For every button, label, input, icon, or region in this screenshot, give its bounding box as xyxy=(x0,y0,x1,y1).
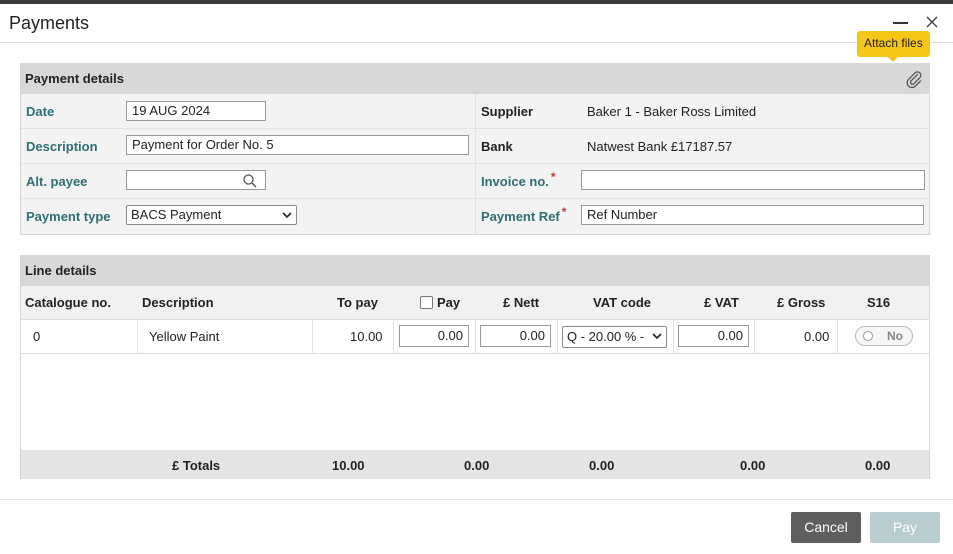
description-input[interactable]: Payment for Order No. 5 xyxy=(126,135,469,155)
bank-label: Bank xyxy=(481,139,513,154)
invoice-label: Invoice no. * xyxy=(481,170,556,189)
vat-code-value: Q - 20.00 % - xyxy=(567,329,645,344)
bank-row: Bank Natwest Bank £17187.57 xyxy=(475,129,929,164)
col-s16: S16 xyxy=(867,295,891,310)
cell-divider xyxy=(557,320,558,354)
cancel-button[interactable]: Cancel xyxy=(791,512,861,543)
supplier-label: Supplier xyxy=(481,104,534,119)
invoice-row: Invoice no. * xyxy=(475,164,929,199)
description-label: Description xyxy=(26,139,98,154)
dialog-titlebar: Payments xyxy=(0,4,953,43)
line-details-title: Line details xyxy=(25,263,97,278)
cell-divider xyxy=(393,320,394,354)
bank-value: Natwest Bank £17187.57 xyxy=(587,139,733,154)
alt-payee-label: Alt. payee xyxy=(26,174,88,189)
total-gross: 0.00 xyxy=(865,458,891,473)
footer-divider xyxy=(0,499,953,500)
date-row: Date 19 AUG 2024 xyxy=(21,94,475,129)
payment-type-row: Payment type BACS Payment xyxy=(21,199,475,234)
close-icon xyxy=(926,16,938,28)
payment-details-header: Payment details xyxy=(21,64,929,94)
vat-code-select[interactable]: Q - 20.00 % - xyxy=(562,326,667,348)
attach-files-button[interactable] xyxy=(904,69,924,89)
date-label: Date xyxy=(26,104,55,119)
payment-type-select[interactable]: BACS Payment xyxy=(126,205,297,225)
chevron-down-icon xyxy=(282,212,292,219)
line-details-header: Line details xyxy=(21,256,929,286)
required-marker: * xyxy=(561,205,567,219)
total-nett: 0.00 xyxy=(589,458,615,473)
chevron-down-icon xyxy=(652,333,662,340)
minimize-button[interactable] xyxy=(893,16,909,28)
pay-all-checkbox[interactable] xyxy=(420,296,433,309)
col-pay: Pay xyxy=(437,295,461,310)
date-input[interactable]: 19 AUG 2024 xyxy=(126,101,266,121)
to-pay-cell: 10.00 xyxy=(350,329,383,344)
supplier-value: Baker 1 - Baker Ross Limited xyxy=(587,104,757,119)
total-to-pay: 10.00 xyxy=(332,458,365,473)
col-to-pay: To pay xyxy=(337,295,378,310)
cell-divider xyxy=(837,320,838,354)
payment-type-label: Payment type xyxy=(26,209,111,224)
pay-button[interactable]: Pay xyxy=(870,512,940,543)
line-details-section: Line details Catalogue no. Description T… xyxy=(20,255,930,479)
total-pay: 0.00 xyxy=(464,458,490,473)
paperclip-icon xyxy=(906,71,922,89)
payment-ref-input[interactable]: Ref Number xyxy=(581,205,924,225)
cell-divider xyxy=(673,320,674,354)
line-details-table-header: Catalogue no. Description To pay Pay £ N… xyxy=(21,286,929,320)
cell-divider xyxy=(475,320,476,354)
payment-ref-row: Payment Ref * Ref Number xyxy=(475,199,929,234)
col-gross: £ Gross xyxy=(777,295,826,310)
toggle-knob xyxy=(863,331,873,341)
col-nett: £ Nett xyxy=(503,295,540,310)
totals-row: £ Totals 10.00 0.00 0.00 0.00 0.00 xyxy=(21,450,929,479)
alt-payee-input[interactable] xyxy=(126,170,266,190)
attach-files-tooltip: Attach files xyxy=(857,31,930,62)
col-vat-code: VAT code xyxy=(593,295,652,310)
alt-payee-row: Alt. payee xyxy=(21,164,475,199)
cell-divider xyxy=(312,320,313,354)
payment-type-value: BACS Payment xyxy=(131,207,222,222)
cell-divider xyxy=(137,320,138,354)
invoice-input[interactable] xyxy=(581,170,925,190)
description-cell: Yellow Paint xyxy=(149,329,220,344)
payment-ref-label: Payment Ref * xyxy=(481,205,567,224)
description-row: Description Payment for Order No. 5 xyxy=(21,129,475,164)
col-vat: £ VAT xyxy=(704,295,739,310)
col-catalogue: Catalogue no. xyxy=(25,295,111,310)
total-vat: 0.00 xyxy=(740,458,766,473)
nett-input[interactable]: 0.00 xyxy=(480,325,551,347)
gross-cell: 0.00 xyxy=(804,329,830,344)
catalogue-cell: 0 xyxy=(33,329,41,344)
totals-label: £ Totals xyxy=(172,458,221,473)
s16-toggle-label: No xyxy=(887,329,903,343)
close-button[interactable] xyxy=(924,14,940,30)
payment-details-section: Payment details Date 19 AUG 2024 Descrip… xyxy=(20,63,930,235)
cell-divider xyxy=(754,320,755,354)
table-row: 0 Yellow Paint 10.00 0.00 0.00 Q - 20.00… xyxy=(21,320,929,354)
col-description: Description xyxy=(142,295,214,310)
search-icon[interactable] xyxy=(242,173,258,189)
dialog-title: Payments xyxy=(9,13,90,33)
supplier-row: Supplier Baker 1 - Baker Ross Limited xyxy=(475,94,929,129)
pay-amount-input[interactable]: 0.00 xyxy=(399,325,469,347)
payment-details-title: Payment details xyxy=(25,71,124,86)
vat-input[interactable]: 0.00 xyxy=(678,325,749,347)
required-marker: * xyxy=(550,170,556,184)
s16-toggle[interactable]: No xyxy=(855,326,913,346)
